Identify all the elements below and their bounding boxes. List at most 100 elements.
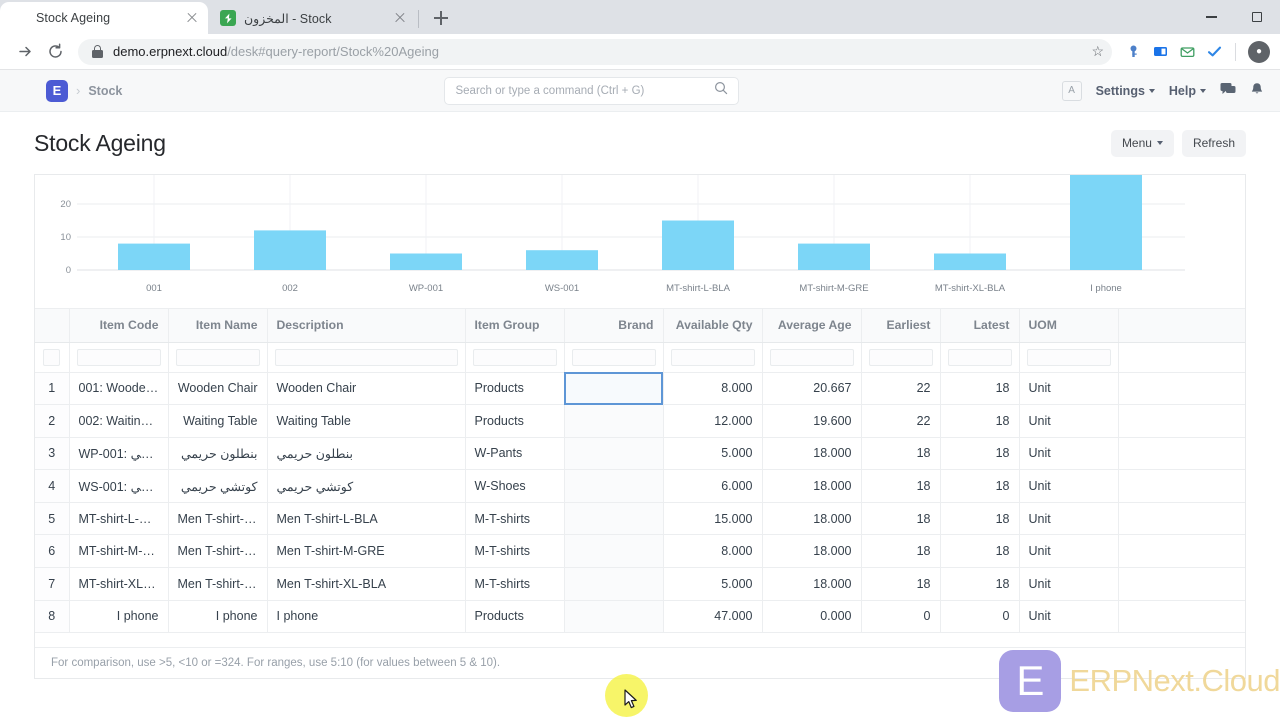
filter-cell-earliest[interactable] (861, 342, 941, 373)
new-tab-button[interactable] (427, 4, 455, 32)
cell-available-qty[interactable]: 12.000 (663, 404, 763, 438)
filter-cell-item-name[interactable] (168, 342, 268, 373)
cell-description[interactable]: Wooden Chair (267, 372, 466, 406)
cell-uom[interactable]: Unit (1019, 437, 1119, 471)
cell-brand[interactable] (564, 567, 664, 601)
col-header-earliest[interactable]: Earliest (861, 309, 941, 343)
filter-input-item-name[interactable] (175, 348, 260, 366)
cell-item-code[interactable]: WP-001: ريمي... (69, 437, 169, 471)
global-search[interactable] (444, 76, 740, 105)
cell-uom[interactable]: Unit (1019, 372, 1119, 406)
help-menu[interactable]: Help (1169, 84, 1206, 98)
filter-input-brand[interactable] (571, 348, 656, 366)
cell-item-name[interactable]: I phone (168, 600, 268, 634)
cell-item-code[interactable]: I phone (69, 600, 169, 634)
filter-input-earliest[interactable] (868, 348, 933, 366)
filter-cell-item-group[interactable] (465, 342, 565, 373)
erpnext-logo[interactable]: E (46, 79, 68, 102)
filter-cell-latest[interactable] (940, 342, 1020, 373)
cell-item-code[interactable]: WS-001: ريمي... (69, 469, 169, 503)
address-bar[interactable]: demo.erpnext.cloud/desk#query-report/Sto… (78, 38, 1112, 65)
filter-input-average-age[interactable] (769, 348, 854, 366)
cell-earliest[interactable]: 18 (861, 437, 941, 471)
cell-brand[interactable] (564, 534, 664, 569)
filter-input-item-code[interactable] (76, 348, 161, 366)
browser-tab-1[interactable]: Stock Ageing (0, 2, 208, 34)
cell-uom[interactable]: Unit (1019, 534, 1119, 569)
cell-latest[interactable]: 18 (940, 437, 1020, 471)
chat-icon[interactable] (1220, 82, 1236, 100)
cell-earliest[interactable]: 22 (861, 372, 941, 406)
cell-brand[interactable] (564, 502, 664, 536)
cell-latest[interactable]: 18 (940, 404, 1020, 438)
cell-available-qty[interactable]: 8.000 (663, 372, 763, 406)
col-header-description[interactable]: Description (267, 309, 466, 343)
browser-tab-2[interactable]: المخزون - Stock (208, 2, 416, 34)
filter-input-available-qty[interactable] (670, 348, 755, 366)
search-input[interactable] (455, 84, 715, 97)
cell-description[interactable]: كوتشي حريمي (267, 469, 466, 503)
cell-earliest[interactable]: 22 (861, 404, 941, 438)
col-header-item-group[interactable]: Item Group (465, 309, 565, 343)
cell-description[interactable]: Men T-shirt-M-GRE (267, 534, 466, 569)
cell-description[interactable]: I phone (267, 600, 466, 634)
filter-checkbox[interactable] (43, 348, 61, 366)
minimize-button[interactable] (1188, 0, 1234, 34)
cell-earliest[interactable]: 0 (861, 600, 941, 634)
cell-latest[interactable]: 18 (940, 502, 1020, 536)
refresh-button[interactable]: Refresh (1181, 129, 1246, 157)
user-avatar[interactable]: A (1061, 80, 1082, 101)
cell-item-group[interactable]: W-Shoes (465, 469, 565, 503)
cell-average-age[interactable]: 0.000 (762, 600, 862, 634)
cell-available-qty[interactable]: 47.000 (663, 600, 763, 634)
filter-input-item-group[interactable] (472, 348, 557, 366)
col-header-item-code[interactable]: Item Code (69, 309, 169, 343)
cell-item-code[interactable]: 002: Waiting T... (69, 404, 169, 438)
settings-menu[interactable]: Settings (1096, 84, 1155, 98)
password-key-icon[interactable] (1124, 43, 1142, 61)
filter-cell-available-qty[interactable] (663, 342, 763, 373)
cell-item-group[interactable]: W-Pants (465, 437, 565, 471)
cell-item-group[interactable]: M-T-shirts (465, 502, 565, 536)
cell-item-code[interactable]: MT-shirt-M-G... (69, 534, 169, 569)
cell-latest[interactable]: 18 (940, 567, 1020, 601)
cell-item-code[interactable]: MT-shirt-L-BL... (69, 502, 169, 536)
cell-uom[interactable]: Unit (1019, 567, 1119, 601)
cell-available-qty[interactable]: 5.000 (663, 437, 763, 471)
col-header-index[interactable] (35, 309, 70, 343)
cell-uom[interactable]: Unit (1019, 600, 1119, 634)
cell-item-name[interactable]: Men T-shirt-M... (168, 534, 268, 569)
search-icon[interactable] (714, 81, 728, 100)
cell-average-age[interactable]: 18.000 (762, 534, 862, 569)
cell-earliest[interactable]: 18 (861, 502, 941, 536)
cell-description[interactable]: Waiting Table (267, 404, 466, 438)
cell-available-qty[interactable]: 8.000 (663, 534, 763, 569)
forward-icon[interactable] (10, 37, 40, 67)
filter-cell-item-code[interactable] (69, 342, 169, 373)
close-icon[interactable] (392, 10, 408, 26)
col-header-average-age[interactable]: Average Age (762, 309, 862, 343)
cell-latest[interactable]: 18 (940, 534, 1020, 569)
cell-item-name[interactable]: كوتشي حريمي (168, 469, 268, 503)
cell-uom[interactable]: Unit (1019, 502, 1119, 536)
cell-available-qty[interactable]: 6.000 (663, 469, 763, 503)
col-header-item-name[interactable]: Item Name (168, 309, 268, 343)
breadcrumb-stock[interactable]: Stock (88, 84, 122, 98)
cell-brand[interactable] (564, 372, 664, 406)
cell-average-age[interactable]: 19.600 (762, 404, 862, 438)
filter-cell-average-age[interactable] (762, 342, 862, 373)
cell-item-group[interactable]: Products (465, 372, 565, 406)
cell-description[interactable]: بنطلون حريمي (267, 437, 466, 471)
cell-brand[interactable] (564, 437, 664, 471)
cell-item-name[interactable]: Wooden Chair (168, 372, 268, 406)
cell-brand[interactable] (564, 404, 664, 438)
cell-item-group[interactable]: M-T-shirts (465, 567, 565, 601)
mail-icon[interactable] (1178, 43, 1196, 61)
bookmark-star-icon[interactable]: ☆ (1091, 43, 1104, 60)
cell-latest[interactable]: 18 (940, 469, 1020, 503)
cell-earliest[interactable]: 18 (861, 567, 941, 601)
col-header-brand[interactable]: Brand (564, 309, 664, 343)
cell-average-age[interactable]: 18.000 (762, 502, 862, 536)
cell-uom[interactable]: Unit (1019, 469, 1119, 503)
cell-item-code[interactable]: MT-shirt-XL-B... (69, 567, 169, 601)
